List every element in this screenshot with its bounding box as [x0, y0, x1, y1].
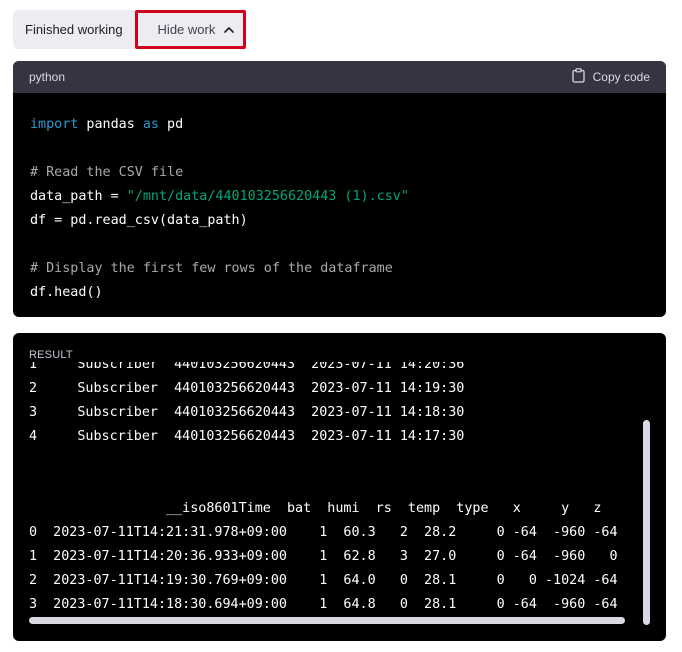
copy-code-button[interactable]: Copy code: [571, 68, 650, 86]
chevron-up-icon: [223, 24, 235, 36]
code-line: df.head(): [30, 285, 103, 300]
result-label: RESULT: [29, 349, 73, 361]
finished-working-label: Finished working: [13, 10, 135, 49]
code-comment: # Read the CSV file: [30, 165, 184, 180]
code-block: python Copy code import pandas as pd # R…: [13, 61, 666, 317]
code-line: df = pd.read_csv(data_path): [30, 213, 248, 228]
hide-work-button[interactable]: Hide work: [134, 10, 247, 49]
result-block: RESULT 1 Subscriber 440103256620443 2023…: [13, 333, 666, 641]
horizontal-scrollbar[interactable]: [29, 617, 625, 624]
hide-work-label: Hide work: [157, 22, 216, 37]
code-token: pandas: [78, 117, 143, 132]
vertical-scrollbar[interactable]: [643, 420, 650, 625]
code-language: python: [29, 70, 66, 84]
clipboard-icon: [571, 68, 585, 86]
work-status-bar: Finished working Hide work: [13, 10, 247, 49]
code-comment: # Display the first few rows of the data…: [30, 261, 393, 276]
code-token: pd: [159, 117, 184, 132]
code-token: import: [30, 117, 79, 132]
code-header: python Copy code: [13, 61, 666, 93]
code-content: import pandas as pd # Read the CSV file …: [13, 93, 666, 317]
result-output[interactable]: 1 Subscriber 440103256620443 2023-07-11 …: [29, 362, 646, 624]
code-token: data_path =: [30, 189, 127, 204]
copy-code-label: Copy code: [592, 70, 650, 84]
code-string: "/mnt/data/440103256620443 (1).csv": [126, 189, 409, 204]
result-text: 1 Subscriber 440103256620443 2023-07-11 …: [29, 362, 618, 624]
code-token: as: [142, 117, 159, 132]
